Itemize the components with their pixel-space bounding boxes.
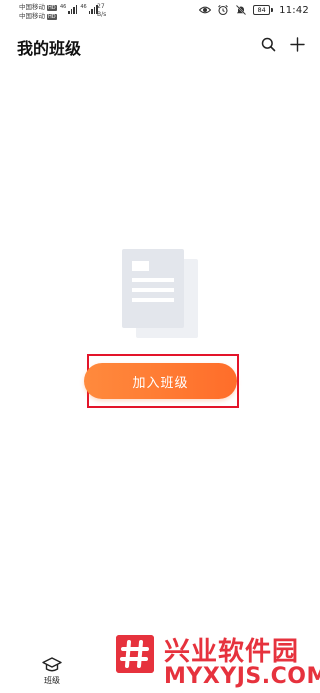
nav-item-class[interactable]: 班级: [34, 656, 70, 686]
network-speed: 27 B/s: [97, 3, 106, 18]
signal-strength-icon: 46: [60, 4, 78, 14]
signal-icons: 46 46: [60, 4, 98, 14]
document-icon: [122, 249, 198, 338]
hd-badge-2: HD: [47, 13, 57, 20]
plus-icon: [289, 36, 305, 52]
page-title: 我的班级: [17, 39, 82, 58]
signal-strength-icon: 46: [80, 4, 98, 14]
status-right-group: 84 11:42: [199, 4, 309, 16]
carrier-1-name: 中国移动: [19, 3, 45, 11]
network-speed-unit: B/s: [97, 10, 107, 18]
graduation-cap-icon: [42, 657, 62, 672]
search-button[interactable]: [258, 34, 278, 54]
search-icon: [261, 37, 275, 51]
join-class-button[interactable]: 加入班级: [84, 363, 237, 399]
bottom-nav: 班级: [0, 650, 320, 693]
carrier-info: 中国移动 HD 中国移动 HD: [19, 3, 57, 21]
battery-level: 84: [253, 5, 271, 15]
battery-indicator: 84: [253, 5, 274, 15]
network-speed-value: 27: [97, 3, 105, 10]
carrier-2-name: 中国移动: [19, 12, 45, 20]
add-class-button[interactable]: [287, 34, 307, 54]
nav-item-class-label: 班级: [44, 676, 60, 685]
eye-icon: [199, 6, 212, 14]
app-screen: 中国移动 HD 中国移动 HD 46 46 27 B/s 84 11:42 我的…: [0, 0, 320, 693]
clock: 11:42: [279, 4, 309, 16]
alarm-icon: [218, 4, 229, 16]
app-header: 我的班级: [0, 30, 320, 60]
mute-icon: [236, 4, 247, 16]
status-bar: 中国移动 HD 中国移动 HD 46 46 27 B/s 84 11:42: [0, 0, 320, 24]
hd-badge-1: HD: [47, 4, 57, 11]
